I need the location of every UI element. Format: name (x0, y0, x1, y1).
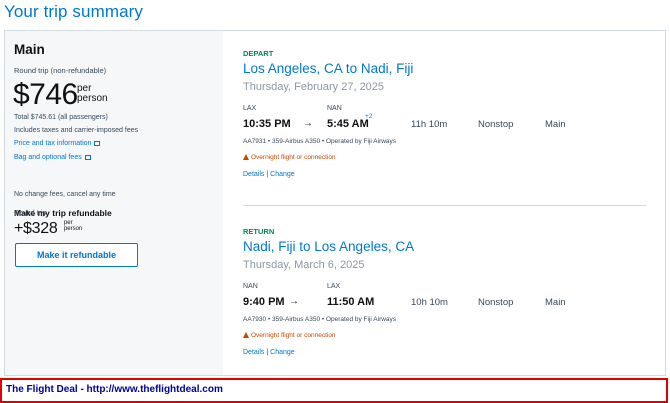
refundable-subtitle: No change fees, cancel any time (14, 191, 116, 198)
stops: Nonstop (478, 119, 514, 130)
price-tax-link[interactable]: Price and tax information (14, 140, 101, 147)
refundable-per-person: per person (64, 220, 82, 232)
fare-panel: Main Round trip (non-refundable) $746 pe… (5, 31, 223, 375)
depart-tag: DEPART (243, 49, 274, 58)
fare-per-person: per person (77, 84, 117, 104)
flight-info: AA7930 • 359-Airbus A350 • Operated by F… (243, 316, 397, 323)
depart-route: Los Angeles, CA to Nadi, Fiji (243, 61, 414, 76)
link-separator: | (266, 171, 269, 178)
stops: Nonstop (478, 297, 514, 308)
refundable-price: +$328 (14, 220, 58, 237)
segment-divider (243, 205, 646, 206)
watermark-text: The Flight Deal - http://www.theflightde… (6, 384, 223, 395)
details-link[interactable]: Details (243, 171, 264, 178)
segment-links: Details | Change (243, 349, 295, 356)
fare-includes: Includes taxes and carrier-imposed fees (14, 127, 139, 134)
depart-segment: DEPART Los Angeles, CA to Nadi, Fiji Thu… (243, 47, 645, 197)
arrow-right-icon: → (289, 296, 299, 307)
return-origin-code: NAN (243, 283, 258, 290)
fare-price: $746 (13, 78, 78, 111)
cabin: Main (545, 119, 566, 130)
segment-links: Details | Change (243, 171, 295, 178)
make-refundable-button[interactable]: Make it refundable (15, 243, 138, 267)
depart-dest-code: NAN (327, 105, 342, 112)
return-date: Thursday, March 6, 2025 (243, 259, 365, 271)
link-separator: | (266, 349, 269, 356)
arrive-time: 5:45 AM (327, 118, 369, 130)
page-title: Your trip summary (4, 2, 144, 21)
return-tag: RETURN (243, 227, 275, 236)
flight-info: AA7931 • 359-Airbus A350 • Operated by F… (243, 138, 397, 145)
return-segment: RETURN Nadi, Fiji to Los Angeles, CA Thu… (243, 225, 645, 375)
overnight-warning: Overnight flight or connection (243, 332, 336, 339)
details-link[interactable]: Details (243, 349, 264, 356)
external-link-icon (94, 141, 101, 146)
overnight-warning: Overnight flight or connection (243, 154, 336, 161)
trip-summary-card: Main Round trip (non-refundable) $746 pe… (4, 30, 666, 376)
depart-time: 10:35 PM (243, 118, 291, 130)
bag-fees-link-label: Bag and optional fees (14, 154, 82, 161)
person-label: person (77, 93, 108, 104)
arrive-time: 11:50 AM (327, 296, 375, 308)
change-link[interactable]: Change (270, 171, 295, 178)
warning-text: Overnight flight or connection (251, 332, 336, 339)
depart-time: 9:40 PM (243, 296, 285, 308)
duration: 10h 10m (411, 297, 448, 308)
refundable-trip-type: Round trip (14, 210, 47, 217)
duration: 11h 10m (411, 119, 448, 130)
fare-price-row: $746 per person (13, 78, 108, 112)
cabin: Main (545, 297, 566, 308)
fare-total: Total $745.61 (all passengers) (14, 114, 108, 121)
external-link-icon (84, 155, 91, 160)
warning-text: Overnight flight or connection (251, 154, 336, 161)
warning-icon (243, 154, 249, 160)
depart-date: Thursday, February 27, 2025 (243, 81, 385, 93)
arrow-right-icon: → (303, 118, 313, 129)
fare-name: Main (14, 42, 45, 57)
refundable-price-row: +$328 per person (14, 220, 82, 238)
fare-subtitle: Round trip (non-refundable) (14, 66, 107, 75)
day-offset: +2 (365, 113, 373, 120)
return-dest-code: LAX (327, 283, 341, 290)
change-link[interactable]: Change (270, 349, 295, 356)
bag-fees-link[interactable]: Bag and optional fees (14, 154, 91, 161)
warning-icon (243, 332, 249, 338)
price-tax-link-label: Price and tax information (14, 140, 92, 147)
return-route: Nadi, Fiji to Los Angeles, CA (243, 239, 415, 254)
watermark-banner: The Flight Deal - http://www.theflightde… (0, 378, 668, 403)
depart-origin-code: LAX (243, 105, 257, 112)
person-label: person (63, 226, 83, 232)
